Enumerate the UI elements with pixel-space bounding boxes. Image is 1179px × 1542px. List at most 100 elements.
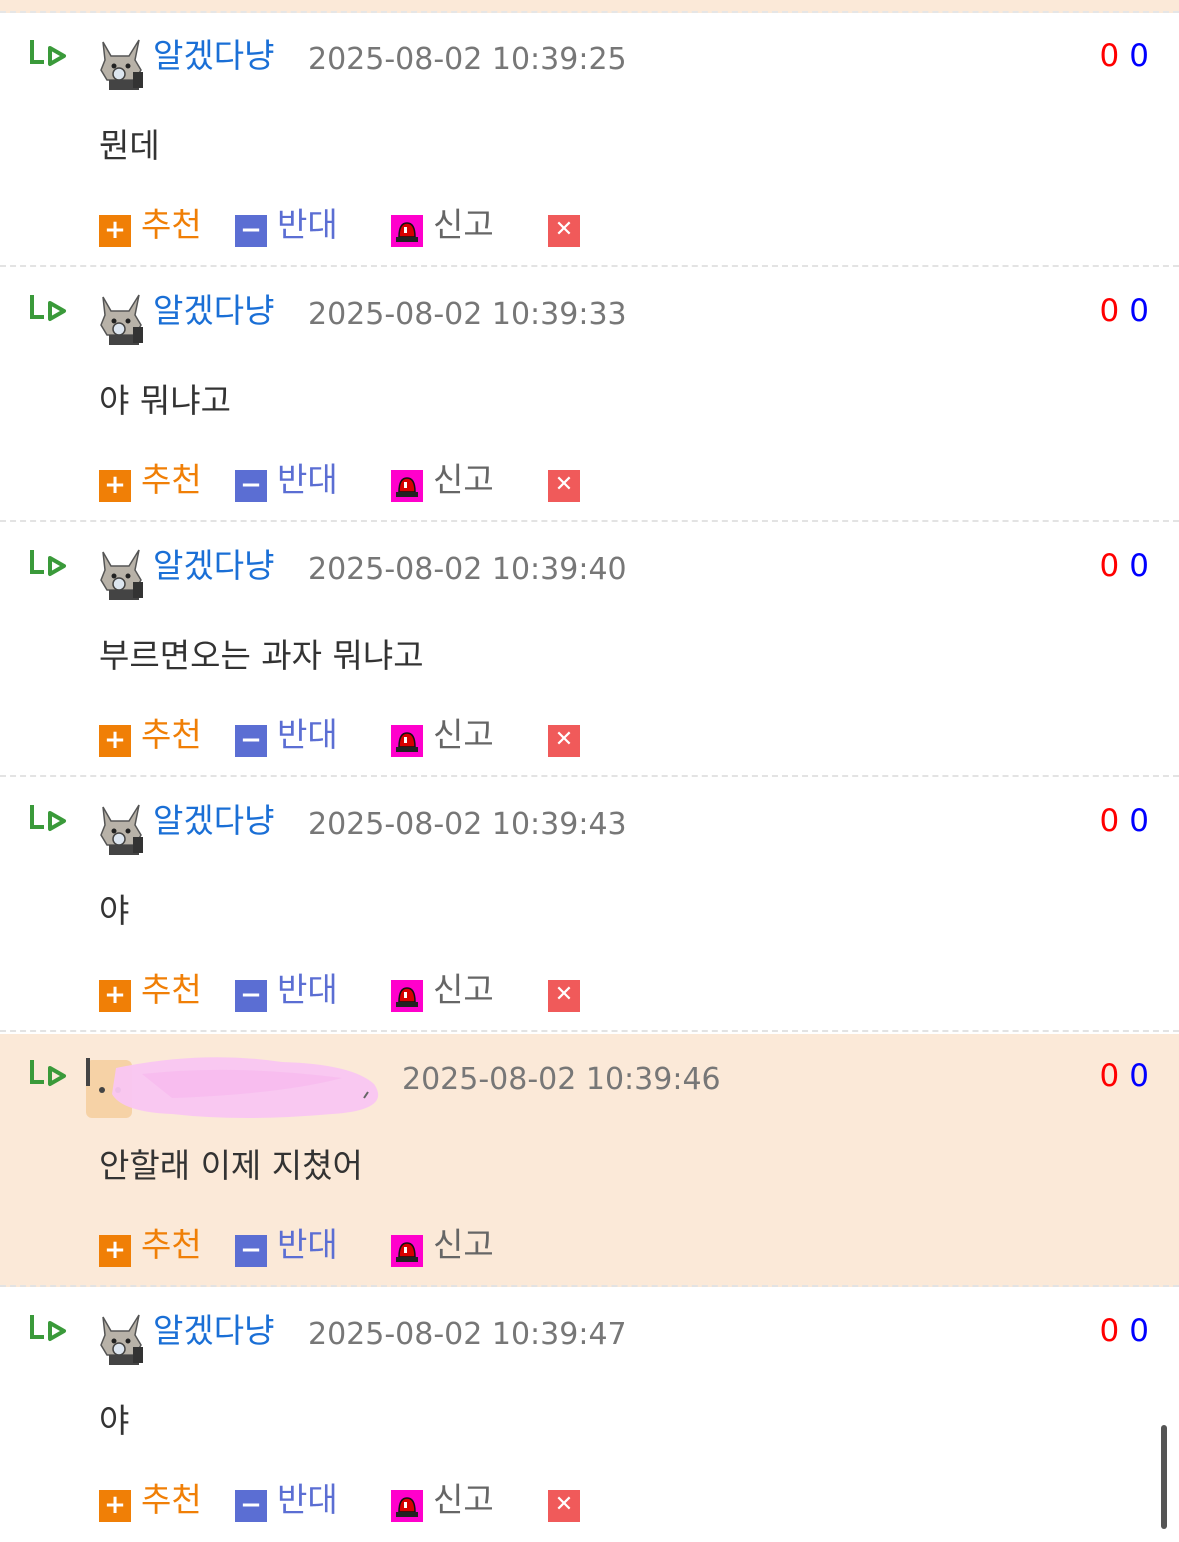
reply-arrow-icon bbox=[30, 1315, 66, 1341]
close-icon: ✕ bbox=[548, 470, 580, 502]
comment-actions: + 추천 − 반대 신고 ✕ bbox=[99, 1477, 699, 1523]
recommend-button[interactable]: + 추천 bbox=[99, 202, 202, 248]
comment-text: 부르면오는 과자 뭐냐고 bbox=[99, 636, 424, 675]
comment-nickname[interactable]: 알겠다냥 bbox=[153, 801, 274, 841]
report-label: 신고 bbox=[433, 205, 494, 244]
avatar[interactable] bbox=[95, 801, 147, 857]
comment-actions: + 추천 − 반대 신고 ✕ bbox=[99, 202, 699, 248]
comment-text: 뭔데 bbox=[99, 126, 160, 165]
comment-item: 2025-08-02 10:39:46 00 안할래 이제 지쳤어 + 추천 − 반… bbox=[0, 1034, 1179, 1287]
comment-datetime: 2025-08-02 10:39:47 bbox=[308, 1317, 627, 1352]
down-count: 0 bbox=[1129, 38, 1149, 74]
recommend-button[interactable]: + 추천 bbox=[99, 1222, 202, 1268]
reply-arrow-icon bbox=[30, 550, 66, 576]
delete-button[interactable]: ✕ bbox=[548, 967, 580, 1013]
previous-comment-edge bbox=[0, 0, 1179, 13]
comment-nickname[interactable]: 알겠다냥 bbox=[153, 546, 274, 586]
report-label: 신고 bbox=[433, 1480, 494, 1519]
avatar[interactable] bbox=[95, 546, 147, 602]
comment-item: 알겠다냥 2025-08-02 10:39:33 00 야 뭐냐고 + 추천 − 반… bbox=[0, 269, 1179, 522]
comment-nickname[interactable]: 알겠다냥 bbox=[153, 36, 274, 76]
plus-icon: + bbox=[99, 1235, 131, 1267]
scrollbar[interactable] bbox=[1161, 1425, 1167, 1529]
comment-divider bbox=[0, 775, 1179, 777]
comment-item: 알겠다냥 2025-08-02 10:39:40 00 부르면오는 과자 뭐냐고… bbox=[0, 524, 1179, 777]
comment-datetime: 2025-08-02 10:39:25 bbox=[308, 42, 627, 77]
comment-datetime: 2025-08-02 10:39:46 bbox=[402, 1062, 721, 1097]
recommend-label: 추천 bbox=[141, 1480, 202, 1519]
oppose-button[interactable]: − 반대 bbox=[235, 712, 338, 758]
recommend-button[interactable]: + 추천 bbox=[99, 1477, 202, 1523]
down-count: 0 bbox=[1129, 548, 1149, 584]
comment-datetime: 2025-08-02 10:39:43 bbox=[308, 807, 627, 842]
comment-divider bbox=[0, 520, 1179, 522]
minus-icon: − bbox=[235, 1490, 267, 1522]
oppose-button[interactable]: − 반대 bbox=[235, 967, 338, 1013]
plus-icon: + bbox=[99, 470, 131, 502]
report-button[interactable]: 신고 bbox=[391, 1222, 494, 1268]
avatar[interactable] bbox=[95, 1311, 147, 1367]
report-label: 신고 bbox=[433, 970, 494, 1009]
comment-text: 야 bbox=[99, 891, 130, 930]
comment-nickname[interactable]: 알겠다냥 bbox=[153, 1311, 274, 1351]
comment-nickname[interactable]: 알겠다냥 bbox=[153, 291, 274, 331]
report-label: 신고 bbox=[433, 460, 494, 499]
comment-text: 안할래 이제 지쳤어 bbox=[99, 1146, 363, 1185]
plus-icon: + bbox=[99, 980, 131, 1012]
report-button[interactable]: 신고 bbox=[391, 457, 494, 503]
up-count: 0 bbox=[1099, 293, 1120, 329]
report-button[interactable]: 신고 bbox=[391, 967, 494, 1013]
comment-item: 알겠다냥 2025-08-02 10:39:43 00 야 + 추천 − 반대 신고… bbox=[0, 779, 1179, 1032]
oppose-label: 반대 bbox=[277, 970, 338, 1009]
down-count: 0 bbox=[1129, 293, 1149, 329]
vote-counts: 00 bbox=[1100, 1311, 1149, 1351]
redacted-avatar-and-nickname bbox=[86, 1057, 379, 1118]
reply-arrow-icon bbox=[30, 1060, 66, 1086]
report-button[interactable]: 신고 bbox=[391, 712, 494, 758]
oppose-button[interactable]: − 반대 bbox=[235, 1477, 338, 1523]
recommend-button[interactable]: + 추천 bbox=[99, 712, 202, 758]
report-button[interactable]: 신고 bbox=[391, 202, 494, 248]
oppose-label: 반대 bbox=[277, 460, 338, 499]
delete-button[interactable]: ✕ bbox=[548, 457, 580, 503]
up-count: 0 bbox=[1099, 1058, 1120, 1094]
oppose-button[interactable]: − 반대 bbox=[235, 202, 338, 248]
comment-divider bbox=[0, 265, 1179, 267]
siren-icon bbox=[391, 470, 423, 502]
plus-icon: + bbox=[99, 215, 131, 247]
report-label: 신고 bbox=[433, 715, 494, 754]
avatar[interactable] bbox=[95, 36, 147, 92]
comment-text: 야 뭐냐고 bbox=[99, 381, 231, 420]
oppose-button[interactable]: − 반대 bbox=[235, 457, 338, 503]
comment-item: 알겠다냥 2025-08-02 10:39:25 00 뭔데 + 추천 − 반대 신… bbox=[0, 14, 1179, 267]
up-count: 0 bbox=[1099, 1313, 1120, 1349]
recommend-button[interactable]: + 추천 bbox=[99, 457, 202, 503]
delete-button[interactable]: ✕ bbox=[548, 202, 580, 248]
recommend-label: 추천 bbox=[141, 970, 202, 1009]
vote-counts: 00 bbox=[1100, 36, 1149, 76]
reply-arrow-icon bbox=[30, 805, 66, 831]
oppose-button[interactable]: − 반대 bbox=[235, 1222, 338, 1268]
comment-item: 알겠다냥 2025-08-02 10:39:47 00 야 + 추천 − 반대 신고… bbox=[0, 1289, 1179, 1542]
avatar[interactable] bbox=[95, 291, 147, 347]
vote-counts: 00 bbox=[1100, 801, 1149, 841]
comment-actions: + 추천 − 반대 신고 ✕ bbox=[99, 712, 699, 758]
reply-arrow-icon bbox=[30, 40, 66, 66]
vote-counts: 00 bbox=[1100, 291, 1149, 331]
down-count: 0 bbox=[1129, 1058, 1149, 1094]
comment-actions: + 추천 − 반대 신고 ✕ bbox=[99, 967, 699, 1013]
vote-counts: 00 bbox=[1100, 546, 1149, 586]
comment-actions: + 추천 − 반대 신고 ✕ bbox=[99, 457, 699, 503]
down-count: 0 bbox=[1129, 803, 1149, 839]
report-button[interactable]: 신고 bbox=[391, 1477, 494, 1523]
recommend-button[interactable]: + 추천 bbox=[99, 967, 202, 1013]
vote-counts: 00 bbox=[1100, 1056, 1149, 1096]
minus-icon: − bbox=[235, 1235, 267, 1267]
delete-button[interactable]: ✕ bbox=[548, 712, 580, 758]
close-icon: ✕ bbox=[548, 1490, 580, 1522]
plus-icon: + bbox=[99, 1490, 131, 1522]
siren-icon bbox=[391, 980, 423, 1012]
delete-button[interactable]: ✕ bbox=[548, 1477, 580, 1523]
down-count: 0 bbox=[1129, 1313, 1149, 1349]
siren-icon bbox=[391, 215, 423, 247]
